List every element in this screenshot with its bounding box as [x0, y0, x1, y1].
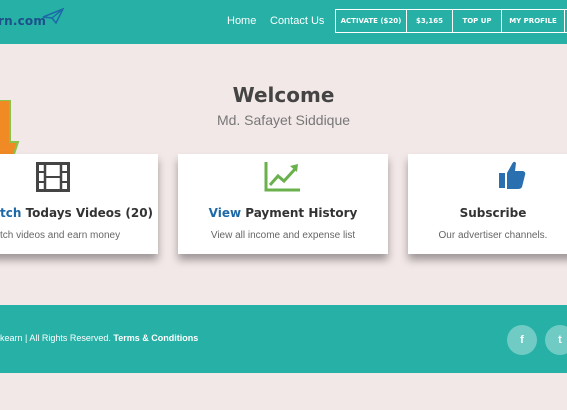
watch-videos-title: tch Todays Videos (20): [0, 206, 168, 220]
watch-videos-title-highlight[interactable]: tch: [0, 206, 21, 220]
copyright-text: kearn | All Rights Reserved.: [0, 333, 111, 343]
subscribe-title: Subscribe: [408, 206, 567, 220]
nav-home-link[interactable]: Home: [227, 15, 256, 27]
balance-button[interactable]: $3,165: [406, 9, 453, 33]
twitter-icon[interactable]: t: [545, 325, 567, 355]
nav-contact-link[interactable]: Contact Us: [270, 15, 324, 27]
paper-plane-icon: [42, 8, 64, 24]
subscribe-desc: Our advertiser channels.: [438, 230, 548, 241]
watch-videos-desc: tch videos and earn money: [0, 230, 121, 241]
terms-link[interactable]: Terms & Conditions: [113, 333, 198, 343]
my-profile-button[interactable]: MY PROFILE: [501, 9, 565, 33]
watch-videos-card[interactable]: tch Todays Videos (20) tch videos and ea…: [0, 154, 158, 254]
activate-button[interactable]: ACTIVATE ($20): [335, 9, 407, 33]
footer: kearn | All Rights Reserved. Terms & Con…: [0, 305, 567, 373]
watch-videos-title-rest: Todays Videos (20): [21, 206, 154, 220]
site-logo[interactable]: rn.com: [0, 8, 64, 28]
facebook-icon[interactable]: f: [507, 325, 537, 355]
top-navbar: rn.com Home Contact Us ACTIVATE ($20) $3…: [0, 0, 567, 44]
subscribe-card[interactable]: Subscribe Our advertiser channels.: [408, 154, 567, 254]
chart-trend-icon: [264, 162, 300, 192]
film-icon: [36, 162, 70, 192]
user-name: Md. Safayet Siddique: [216, 112, 351, 128]
subscribe-title-rest: Subscribe: [459, 206, 527, 220]
payment-history-title-highlight[interactable]: View: [209, 206, 241, 220]
thumbs-up-icon: [499, 161, 526, 189]
logo-text: rn.com: [0, 14, 47, 28]
payment-history-desc: View all income and expense list: [210, 230, 356, 241]
welcome-heading: Welcome: [232, 83, 335, 107]
footer-copyright: kearn | All Rights Reserved. Terms & Con…: [0, 333, 198, 343]
top-up-button[interactable]: TOP UP: [452, 9, 502, 33]
payment-history-card[interactable]: View Payment History View all income and…: [178, 154, 388, 254]
payment-history-title-rest: Payment History: [241, 206, 358, 220]
payment-history-title: View Payment History: [178, 206, 388, 220]
